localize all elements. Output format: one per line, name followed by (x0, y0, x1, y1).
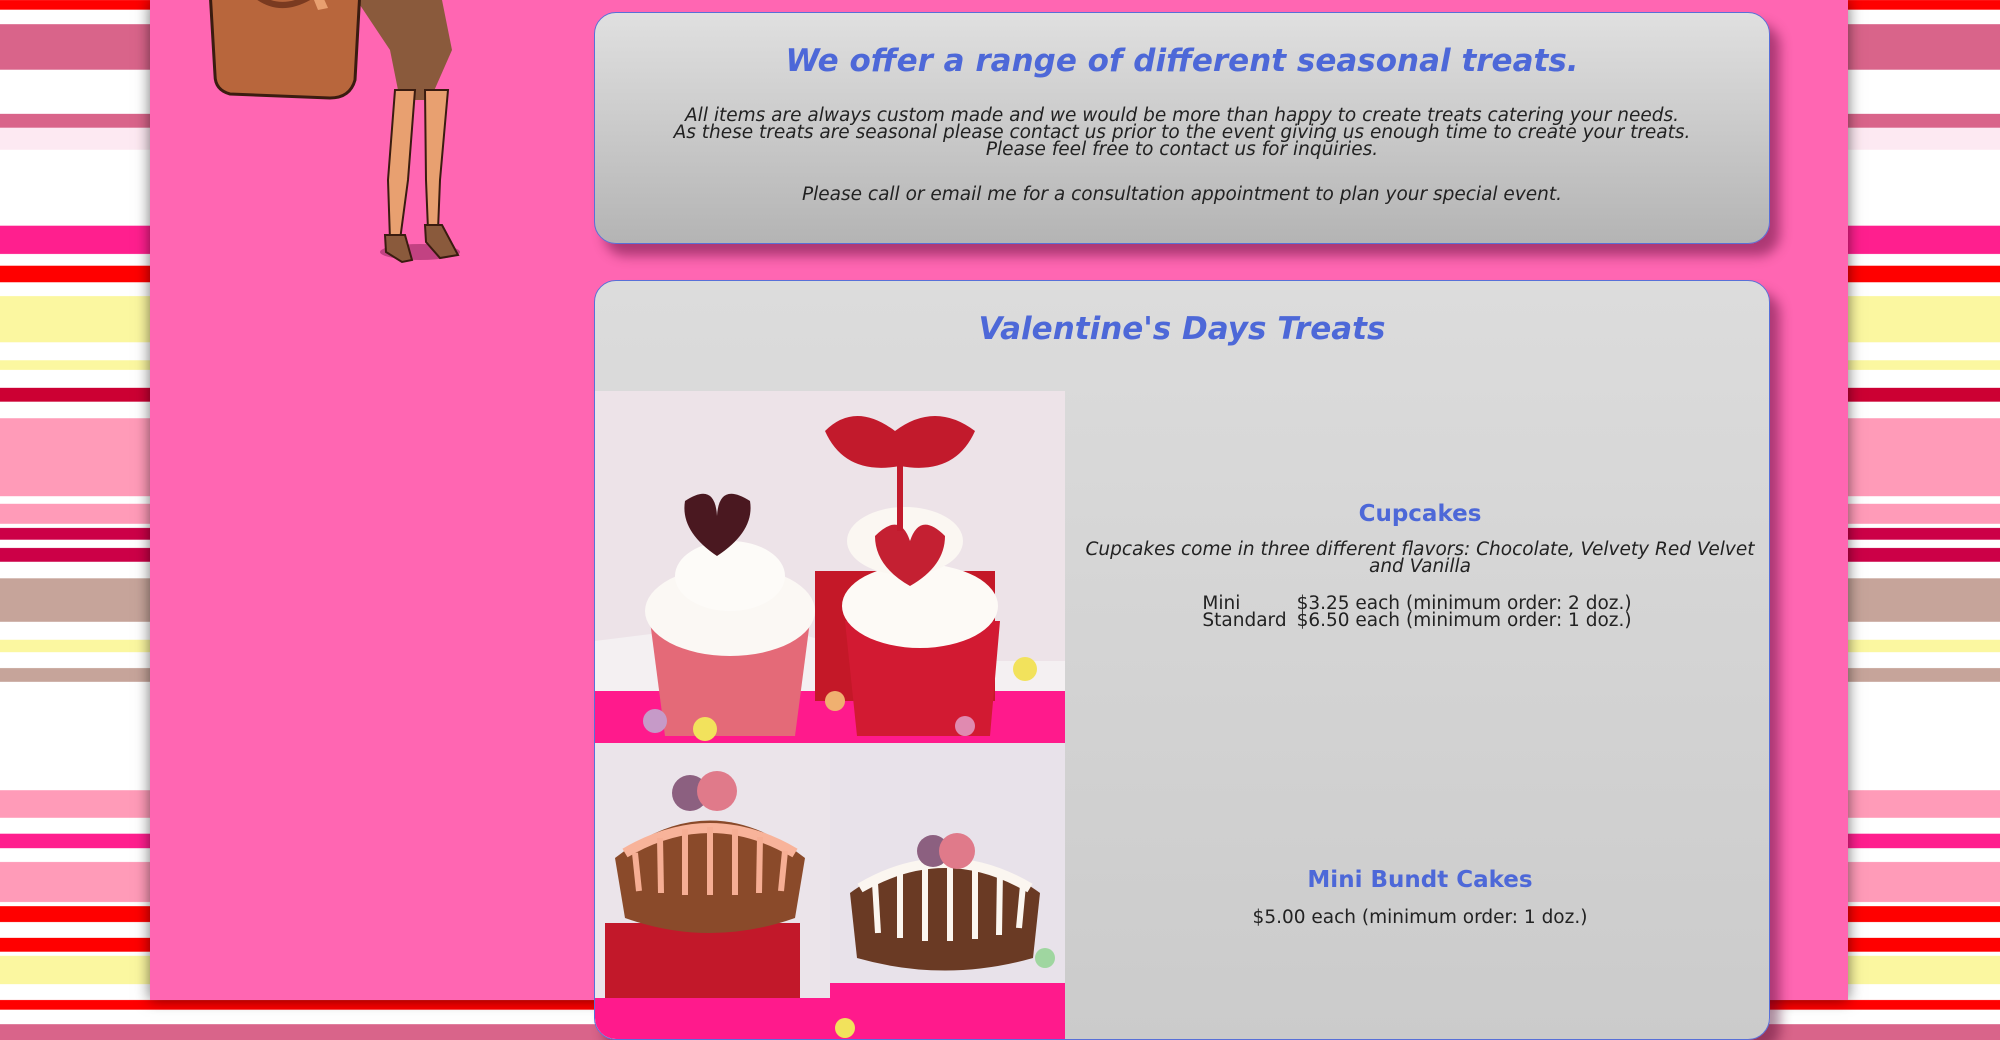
price-row: Standard $6.50 each (minimum order: 1 do… (1202, 610, 1637, 631)
price-text: $5.00 each (1252, 907, 1357, 928)
cupcakes-item: Cupcakes Cupcakes come in three differen… (1075, 501, 1765, 631)
cupcakes-title: Cupcakes (1358, 501, 1482, 527)
consultation-text: Please call or email me for a consultati… (801, 184, 1563, 205)
price-cell: $6.50 each (1296, 610, 1401, 631)
intro-paragraph: All items are always custom made and we … (595, 106, 1769, 160)
mini-bundt-cakes-title: Mini Bundt Cakes (1307, 867, 1533, 893)
mini-bundt-price-line: $5.00 each (minimum order: 1 doz.) (1075, 907, 1765, 928)
lady-with-bag-illustration (209, 0, 460, 264)
cupcakes-description: Cupcakes come in three different flavors… (1085, 539, 1755, 577)
valentines-treats-panel: Valentine's Days Treats Cupcakes Cupcake… (594, 280, 1770, 1040)
cupcakes-price-table: Mini $3.25 each (minimum order: 2 doz.) … (1202, 594, 1637, 631)
valentines-heading: Valentine's Days Treats (978, 311, 1386, 347)
intro-heading: We offer a range of different seasonal t… (785, 43, 1579, 79)
minimum-cell: (minimum order: 1 doz.) (1406, 610, 1632, 631)
size-cell: Standard (1202, 610, 1287, 631)
page-container: We offer a range of different seasonal t… (150, 0, 1848, 1040)
seasonal-treats-intro-panel: We offer a range of different seasonal t… (594, 12, 1770, 244)
mini-bundt-cakes-photo (595, 743, 1065, 1039)
cupcakes-photo (595, 391, 1065, 743)
intro-line: Please feel free to contact us for inqui… (985, 139, 1379, 160)
mini-bundt-cakes-item: Mini Bundt Cakes $5.00 each (minimum ord… (1075, 867, 1765, 928)
minimum-text: (minimum order: 1 doz.) (1361, 907, 1588, 928)
